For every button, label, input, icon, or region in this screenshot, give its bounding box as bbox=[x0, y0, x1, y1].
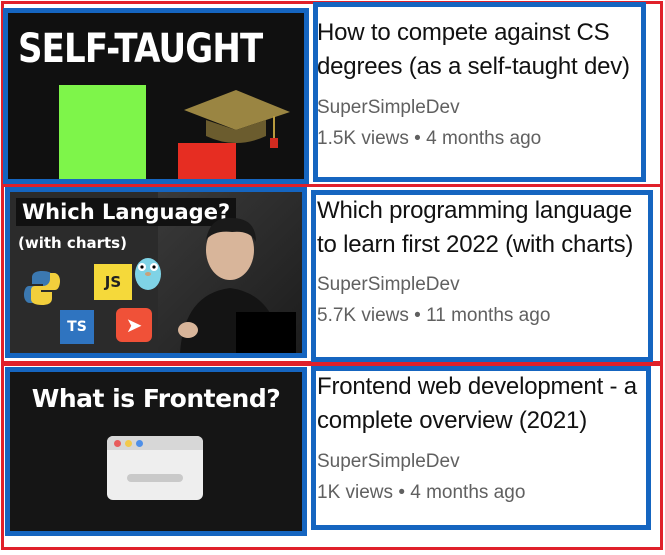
video-meta-1: 1.5K views • 4 months ago bbox=[317, 128, 542, 149]
video-thumbnail-1[interactable]: SELF-TAUGHT bbox=[6, 10, 306, 180]
video-title-1[interactable]: How to compete against CS degrees (as a … bbox=[317, 16, 630, 84]
channel-name[interactable]: SuperSimpleDev bbox=[317, 274, 460, 296]
video-title-3[interactable]: Frontend web development - a complete ov… bbox=[317, 370, 637, 438]
channel-name[interactable]: SuperSimpleDev bbox=[317, 451, 460, 473]
swift-logo-icon: ➤ bbox=[116, 308, 152, 342]
video-thumbnail-2[interactable]: Which Language? (with charts) JS TS ➤ bbox=[8, 190, 304, 353]
graduation-cap-icon bbox=[184, 90, 290, 148]
typescript-logo-icon: TS bbox=[60, 310, 94, 344]
thumbnail-green-bar bbox=[59, 85, 146, 180]
thumbnail-text: What is Frontend? bbox=[31, 384, 281, 413]
thumbnail-subtext: (with charts) bbox=[18, 234, 127, 252]
browser-window-icon bbox=[107, 436, 203, 500]
go-gopher-icon bbox=[135, 258, 161, 290]
video-feed: SELF-TAUGHT How to compete against CS de… bbox=[0, 0, 665, 555]
video-meta-2: 5.7K views • 11 months ago bbox=[317, 305, 551, 326]
thumbnail-text: SELF-TAUGHT bbox=[18, 26, 263, 72]
video-thumbnail-3[interactable]: What is Frontend? bbox=[8, 370, 304, 532]
video-title-2[interactable]: Which programming language to learn firs… bbox=[317, 194, 633, 262]
python-logo-icon bbox=[24, 271, 60, 305]
javascript-logo-icon: JS bbox=[94, 264, 132, 300]
channel-name[interactable]: SuperSimpleDev bbox=[317, 97, 460, 119]
video-meta-3: 1K views • 4 months ago bbox=[317, 482, 526, 503]
